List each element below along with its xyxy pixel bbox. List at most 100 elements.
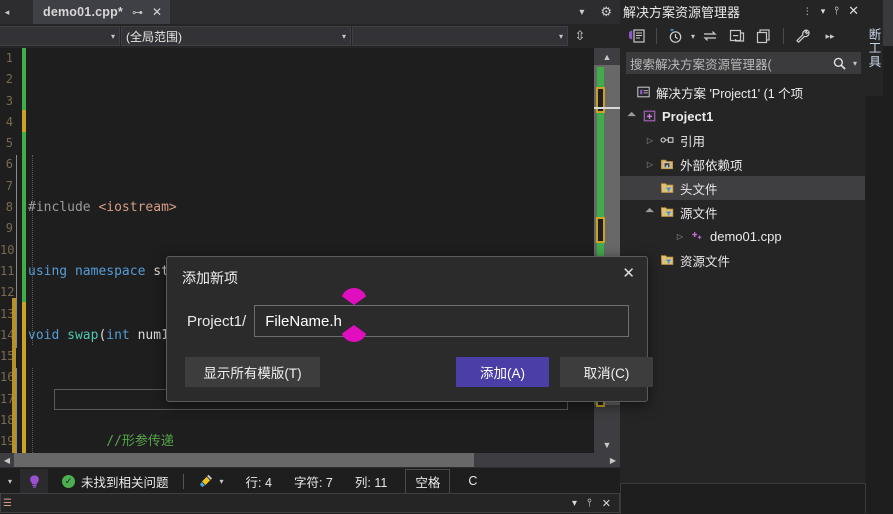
split-view-icon[interactable]: ⇳ bbox=[569, 24, 591, 48]
status-overflow-icon[interactable]: ▾ bbox=[0, 477, 20, 486]
sync-with-active-document-icon[interactable] bbox=[698, 25, 722, 47]
code-view-icon[interactable] bbox=[625, 25, 649, 47]
tree-item-label: 头文件 bbox=[680, 179, 718, 198]
tab-strip-actions: ▾ ⚙ bbox=[571, 0, 620, 24]
diagnostic-tools-tab[interactable]: 断工具 bbox=[865, 0, 883, 96]
close-icon[interactable]: ✕ bbox=[848, 3, 859, 19]
pending-changes-icon[interactable] bbox=[664, 25, 688, 47]
tree-item-label: demo01.cpp bbox=[710, 229, 782, 244]
chevron-down-icon[interactable]: ▾ bbox=[572, 498, 577, 509]
tab-scroll-left-icon[interactable]: ◂ bbox=[0, 0, 14, 24]
overflow-icon[interactable]: ⋮ bbox=[803, 6, 812, 17]
solution-tree: 解决方案 'Project1' (1 个项 ◣ Project1 ▷ bbox=[620, 80, 865, 272]
show-all-templates-button[interactable]: 显示所有模版(T) bbox=[185, 357, 320, 387]
check-icon: ✓ bbox=[62, 475, 75, 488]
toolbar-divider bbox=[656, 28, 657, 44]
collapse-all-icon[interactable] bbox=[725, 25, 749, 47]
tree-item-label: Project1 bbox=[662, 109, 713, 124]
line-number: 9 bbox=[0, 218, 14, 239]
tree-item-source-files[interactable]: ◣ 源文件 bbox=[620, 200, 865, 224]
search-input[interactable]: 搜索解决方案资源管理器( ▾ bbox=[626, 52, 861, 74]
code-navigation-bar: ect1 ▾ (全局范围) ▾ ▾ ⇳ bbox=[0, 24, 620, 48]
solution-explorer-title: 解决方案资源管理器 bbox=[623, 2, 740, 21]
tree-item-demo01-cpp[interactable]: ▷ demo01.cpp bbox=[620, 224, 865, 248]
show-all-files-icon[interactable] bbox=[752, 25, 776, 47]
add-new-item-dialog: 添加新项 ✕ Project1/ FileName.h 显示所有模版(T) 添加… bbox=[166, 256, 648, 402]
chevron-down-icon[interactable]: ▾ bbox=[821, 6, 826, 17]
scroll-map-marker bbox=[596, 87, 605, 113]
close-icon[interactable]: ✕ bbox=[602, 497, 611, 510]
hscrollbar-thumb[interactable] bbox=[14, 453, 474, 467]
project-icon bbox=[640, 109, 658, 123]
chevron-down-icon[interactable]: ▾ bbox=[691, 32, 695, 41]
project-combo[interactable]: ect1 ▾ bbox=[0, 26, 120, 46]
toolbar-overflow-icon[interactable]: ▸▸ bbox=[818, 25, 842, 47]
code-cleanup-button[interactable]: ▾ bbox=[198, 473, 224, 489]
add-button[interactable]: 添加(A) bbox=[456, 357, 549, 387]
tree-item-label: 源文件 bbox=[680, 203, 718, 222]
close-icon[interactable]: ✕ bbox=[152, 5, 162, 19]
filename-input[interactable]: FileName.h bbox=[254, 305, 629, 337]
tab-demo01-cpp[interactable]: demo01.cpp* ⊶ ✕ bbox=[33, 0, 170, 24]
brace-matching-rail bbox=[16, 368, 17, 453]
line-number: 1 bbox=[0, 48, 14, 69]
editor-horizontal-scrollbar[interactable]: ◀ ▶ bbox=[0, 453, 620, 467]
expand-twisty-icon[interactable]: ▷ bbox=[642, 160, 658, 169]
diagnostic-tools-tab-strip: 断工具 bbox=[865, 0, 893, 513]
scroll-map-caret bbox=[594, 107, 620, 109]
tree-item-solution[interactable]: 解决方案 'Project1' (1 个项 bbox=[620, 80, 865, 104]
solution-explorer-header: 解决方案资源管理器 ⋮ ▾ ⫯ ✕ bbox=[620, 0, 865, 22]
tree-item-header-files[interactable]: 头文件 bbox=[620, 176, 865, 200]
tree-item-external-dependencies[interactable]: ▷ 外部依赖项 bbox=[620, 152, 865, 176]
pin-icon[interactable]: ⫯ bbox=[587, 497, 592, 510]
pin-icon[interactable]: ⫯ bbox=[834, 5, 839, 18]
no-issues-label: 未找到相关问题 bbox=[81, 472, 169, 491]
filter-folder-icon bbox=[658, 181, 676, 195]
filename-row: Project1/ FileName.h bbox=[187, 304, 629, 338]
solution-explorer-header-actions: ⋮ ▾ ⫯ ✕ bbox=[803, 3, 865, 19]
cancel-button[interactable]: 取消(C) bbox=[560, 357, 653, 387]
expand-twisty-icon[interactable]: ◣ bbox=[623, 107, 641, 125]
encoding-indicator[interactable]: C bbox=[468, 474, 477, 488]
chevron-down-icon[interactable]: ▾ bbox=[571, 7, 592, 18]
tree-item-project1[interactable]: ◣ Project1 bbox=[620, 104, 865, 128]
line-number: 6 bbox=[0, 154, 14, 175]
scroll-up-icon[interactable]: ▲ bbox=[594, 48, 620, 65]
expand-twisty-icon[interactable]: ◣ bbox=[641, 203, 659, 221]
intellicode-icon[interactable] bbox=[20, 469, 48, 493]
expand-twisty-icon[interactable]: ▷ bbox=[642, 136, 658, 145]
column-indicator: 列: 11 bbox=[355, 472, 387, 491]
chevron-down-icon[interactable]: ▾ bbox=[847, 59, 857, 68]
line-number: 3 bbox=[0, 91, 14, 112]
tree-item-resource-files[interactable]: 资源文件 bbox=[620, 248, 865, 272]
dialog-buttons: 显示所有模版(T) 添加(A) 取消(C) bbox=[185, 357, 633, 387]
scroll-left-icon[interactable]: ◀ bbox=[0, 453, 14, 467]
brace-matching-rail bbox=[16, 155, 17, 348]
member-combo[interactable]: ▾ bbox=[352, 26, 568, 46]
vtab-bottom-divider bbox=[865, 483, 893, 513]
expand-twisty-icon[interactable]: ▷ bbox=[672, 232, 688, 241]
close-icon[interactable]: ✕ bbox=[622, 266, 635, 281]
references-icon bbox=[658, 133, 676, 147]
spaces-indicator[interactable]: 空格 bbox=[405, 469, 450, 494]
code-line: #include <iostream> bbox=[28, 197, 594, 218]
properties-wrench-icon[interactable] bbox=[791, 25, 815, 47]
tree-item-references[interactable]: ▷ 引用 bbox=[620, 128, 865, 152]
line-indicator: 行: 4 bbox=[246, 472, 272, 491]
tree-item-label: 引用 bbox=[680, 131, 705, 150]
line-number: 5 bbox=[0, 133, 14, 154]
gear-icon[interactable]: ⚙ bbox=[592, 4, 620, 20]
track-changes-margin bbox=[22, 48, 26, 453]
no-issues-status[interactable]: ✓ 未找到相关问题 bbox=[62, 472, 169, 491]
visual-studio-window: ◂ demo01.cpp* ⊶ ✕ ▾ ⚙ ect1 ▾ (全局范围) ▾ bbox=[0, 0, 893, 513]
pin-icon[interactable]: ⊶ bbox=[132, 6, 143, 19]
scroll-right-icon[interactable]: ▶ bbox=[606, 453, 620, 467]
tree-item-label: 解决方案 'Project1' (1 个项 bbox=[656, 83, 803, 102]
scroll-down-icon[interactable]: ▼ bbox=[594, 436, 620, 453]
char-indicator: 字符: 7 bbox=[294, 472, 333, 491]
chevron-down-icon[interactable]: ▾ bbox=[220, 477, 224, 486]
editor-pane: ◂ demo01.cpp* ⊶ ✕ ▾ ⚙ ect1 ▾ (全局范围) ▾ bbox=[0, 0, 620, 483]
scope-combo[interactable]: (全局范围) ▾ bbox=[121, 26, 351, 46]
scroll-map-marker bbox=[596, 217, 605, 243]
line-number: 2 bbox=[0, 69, 14, 90]
